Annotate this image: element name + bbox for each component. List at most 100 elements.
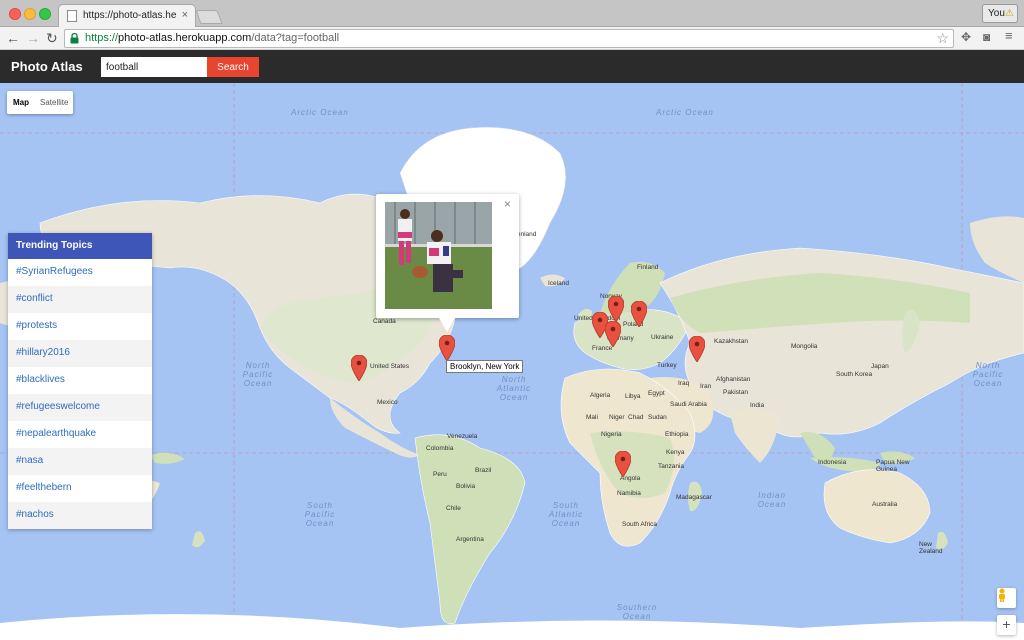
place-label: Madagascar (676, 494, 712, 501)
place-label: Venezuela (447, 433, 478, 440)
place-label: Chad (628, 414, 644, 421)
reload-icon[interactable]: ↻ (46, 30, 58, 46)
place-label: Bolivia (456, 483, 476, 490)
place-label: Libya (625, 393, 641, 400)
map-type-satellite-button[interactable]: Satellite (34, 91, 73, 114)
forward-arrow-icon[interactable]: → (26, 30, 40, 46)
browser-menu-icon[interactable]: ≡ (1005, 28, 1013, 43)
window-zoom-button[interactable] (39, 8, 51, 20)
browser-tab-active[interactable]: https://photo-atlas.herokuapp × (58, 4, 196, 27)
profile-button[interactable]: You ⚠ (982, 4, 1018, 23)
profile-name: You (988, 8, 1005, 19)
browser-toolbar: ← → ↻ https://photo-atlas.herokuapp.com/… (0, 27, 1024, 50)
trending-topic-link[interactable]: #hillary2016 (8, 340, 152, 367)
trending-topic-link[interactable]: #blacklives (8, 367, 152, 394)
map-marker-pin-icon[interactable] (631, 301, 647, 327)
place-label: Iraq (678, 380, 690, 387)
place-label: South Africa (622, 521, 658, 528)
map-marker-pin-icon[interactable] (605, 321, 621, 347)
place-label: Peru (433, 471, 447, 478)
place-label: Iceland (548, 280, 569, 287)
place-label: Mongolia (791, 343, 818, 350)
place-label: Chile (446, 505, 461, 512)
place-label: Ukraine (651, 334, 674, 341)
window-minimize-button[interactable] (24, 8, 36, 20)
zoom-in-button[interactable]: + (997, 615, 1016, 635)
place-label: United States (370, 363, 410, 370)
map-marker-pin-icon[interactable] (351, 355, 367, 381)
trending-topic-link[interactable]: #feelthebern (8, 475, 152, 502)
trending-topic-link[interactable]: #nepalearthquake (8, 421, 152, 448)
close-popup-icon[interactable]: × (504, 197, 511, 211)
place-label: Algeria (590, 392, 611, 399)
ocean-label: Indian Ocean (757, 491, 787, 509)
place-label: Argentina (456, 536, 484, 543)
browser-tab-bar: https://photo-atlas.herokuapp × You ⚠ (0, 0, 1024, 27)
map-type-map-button[interactable]: Map (7, 91, 34, 114)
tag-search-input[interactable] (101, 57, 207, 77)
url-scheme: https:// (85, 32, 119, 44)
pocket-extension-icon[interactable]: ◙ (983, 30, 990, 44)
ocean-label: Southern Ocean (616, 603, 658, 621)
place-label: Papua New Guinea (876, 459, 910, 473)
trending-topic-link[interactable]: #nachos (8, 502, 152, 529)
popup-pointer (439, 318, 455, 332)
ocean-label: Arctic Ocean (291, 108, 349, 117)
trending-topic-link[interactable]: #conflict (8, 286, 152, 313)
page-icon (67, 10, 77, 22)
place-label: Pakistan (723, 389, 748, 396)
lock-icon (70, 33, 79, 44)
map-type-control: Map Satellite (7, 91, 74, 114)
photo-info-window: × (376, 194, 519, 318)
back-arrow-icon[interactable]: ← (6, 30, 20, 46)
url-host: photo-atlas.herokuapp.com (118, 32, 252, 44)
place-label: Colombia (426, 445, 454, 452)
place-label: New Zealand (919, 541, 943, 555)
search-button[interactable]: Search (207, 57, 259, 77)
new-tab-button[interactable] (195, 10, 223, 24)
place-label: India (750, 402, 765, 409)
place-label: Sudan (648, 414, 667, 421)
ocean-label: North Atlantic Ocean (496, 375, 532, 402)
world-map[interactable]: Arctic Ocean Arctic Ocean North Pacific … (0, 83, 1024, 640)
ocean-label: North Pacific Ocean (242, 361, 274, 388)
trending-topic-link[interactable]: #nasa (8, 448, 152, 475)
place-label: Niger (609, 414, 625, 421)
trending-topic-link[interactable]: #SyrianRefugees (8, 259, 152, 286)
bookmark-star-icon[interactable]: ☆ (936, 30, 949, 47)
place-label: Mexico (377, 399, 398, 406)
app-brand[interactable]: Photo Atlas (11, 59, 83, 74)
extension-puzzle-icon[interactable]: ✥ (961, 30, 971, 44)
tab-title: https://photo-atlas.herokuapp (83, 10, 177, 21)
place-label: Iran (700, 383, 712, 390)
place-label: Mali (586, 414, 598, 421)
place-label: Kenya (666, 449, 685, 456)
place-label: Turkey (657, 362, 677, 369)
place-label: Egypt (648, 390, 665, 397)
place-label: Indonesia (818, 459, 847, 466)
trending-topic-link[interactable]: #protests (8, 313, 152, 340)
marker-location-tooltip: Brooklyn, New York (446, 360, 524, 373)
ocean-label: North Pacific Ocean (972, 361, 1004, 388)
address-bar[interactable]: https://photo-atlas.herokuapp.com/data?t… (64, 29, 954, 48)
warning-icon: ⚠ (1005, 8, 1014, 19)
url-text: https://photo-atlas.herokuapp.com/data?t… (85, 32, 339, 44)
ocean-label: South Atlantic Ocean (548, 501, 584, 528)
football-photo[interactable] (385, 202, 492, 309)
place-label: Canada (373, 318, 396, 325)
place-label: Namibia (617, 490, 641, 497)
street-view-pegman-icon[interactable] (997, 588, 1016, 608)
place-label: Kazakhstan (714, 338, 748, 345)
place-label: Tanzania (658, 463, 685, 470)
close-tab-icon[interactable]: × (182, 9, 188, 21)
trending-topics-panel: Trending Topics #SyrianRefugees #conflic… (8, 233, 152, 529)
map-marker-pin-icon[interactable] (689, 336, 705, 362)
trending-topic-link[interactable]: #refugeeswelcome (8, 394, 152, 421)
map-marker-pin-icon[interactable] (439, 335, 455, 361)
window-close-button[interactable] (9, 8, 21, 20)
place-label: Finland (637, 264, 659, 271)
map-marker-pin-icon[interactable] (615, 451, 631, 477)
ocean-label: Arctic Ocean (656, 108, 714, 117)
map-marker-pin-icon[interactable] (608, 296, 624, 322)
place-label: Japan (871, 363, 889, 370)
